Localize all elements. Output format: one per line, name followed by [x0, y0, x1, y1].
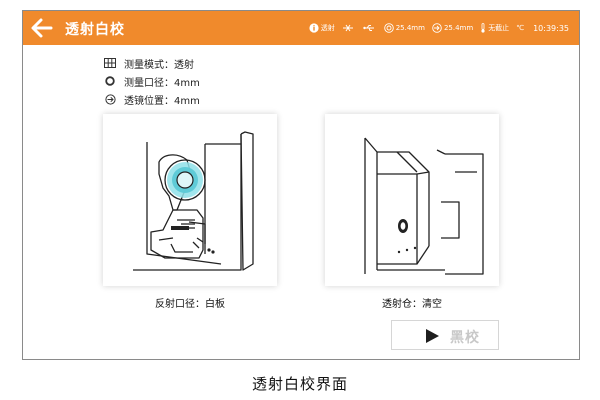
page-title: 透射白校	[65, 22, 125, 38]
status-usb	[363, 24, 377, 32]
status-bluetooth	[342, 24, 356, 32]
figure-caption: 透射白校界面	[251, 375, 348, 393]
black-calibration-label: 黑校	[450, 330, 480, 346]
grid-icon	[104, 58, 116, 68]
status-lens: 25.4mm	[432, 23, 473, 33]
bluetooth-icon	[342, 24, 353, 32]
arrow-left-icon	[31, 18, 53, 38]
thermometer-icon	[481, 23, 485, 33]
transmit-chamber-image	[364, 137, 484, 275]
reflect-port-caption: 反射口径：白板	[155, 299, 225, 310]
status-aperture: 25.4mm	[383, 23, 425, 33]
info-measure-mode-text: 测量模式：透射	[124, 59, 194, 71]
status-aperture-text: 25.4mm	[395, 24, 425, 32]
status-note-text: 无截止	[488, 24, 510, 32]
status-mode: 透射	[309, 23, 335, 33]
info-lens-position: 透镜位置：4mm	[103, 90, 200, 108]
aperture-icon	[383, 23, 394, 33]
info-lens-position-text: 透镜位置：4mm	[124, 95, 200, 107]
lens-icon	[432, 23, 442, 33]
status-clock: 10:39:35	[533, 23, 569, 33]
measurement-info: 测量模式：透射 测量口径：4mm 透镜位置：4mm	[103, 54, 200, 108]
lens-position-icon	[104, 93, 116, 105]
play-icon	[426, 329, 439, 343]
info-aperture-text: 测量口径：4mm	[124, 77, 200, 89]
info-circle-icon	[309, 23, 319, 33]
status-unit: ℃	[516, 24, 525, 32]
status-note: 无截止	[480, 23, 509, 33]
device-screen: 透射白校 透射 25.4mm 25.4mm 无截止 ℃ 10:39:35 测量模…	[22, 10, 580, 360]
black-calibration-button[interactable]: 黑校	[391, 320, 499, 350]
info-measure-mode: 测量模式：透射	[103, 54, 200, 72]
ring-icon	[105, 76, 115, 86]
back-button[interactable]	[29, 16, 55, 40]
transmit-chamber-illustration	[325, 114, 499, 286]
top-bar: 透射白校 透射 25.4mm 25.4mm 无截止 ℃ 10:39:35	[23, 11, 579, 45]
transmit-chamber-caption: 透射仓：清空	[382, 299, 442, 310]
reflect-port-illustration	[103, 114, 277, 286]
status-lens-text: 25.4mm	[443, 24, 474, 32]
info-aperture: 测量口径：4mm	[103, 72, 200, 90]
usb-icon	[363, 25, 374, 31]
status-mode-text: 透射	[320, 24, 335, 32]
reflect-port-image	[133, 131, 254, 271]
status-bar: 透射 25.4mm 25.4mm 无截止 ℃ 10:39:35	[302, 21, 569, 35]
